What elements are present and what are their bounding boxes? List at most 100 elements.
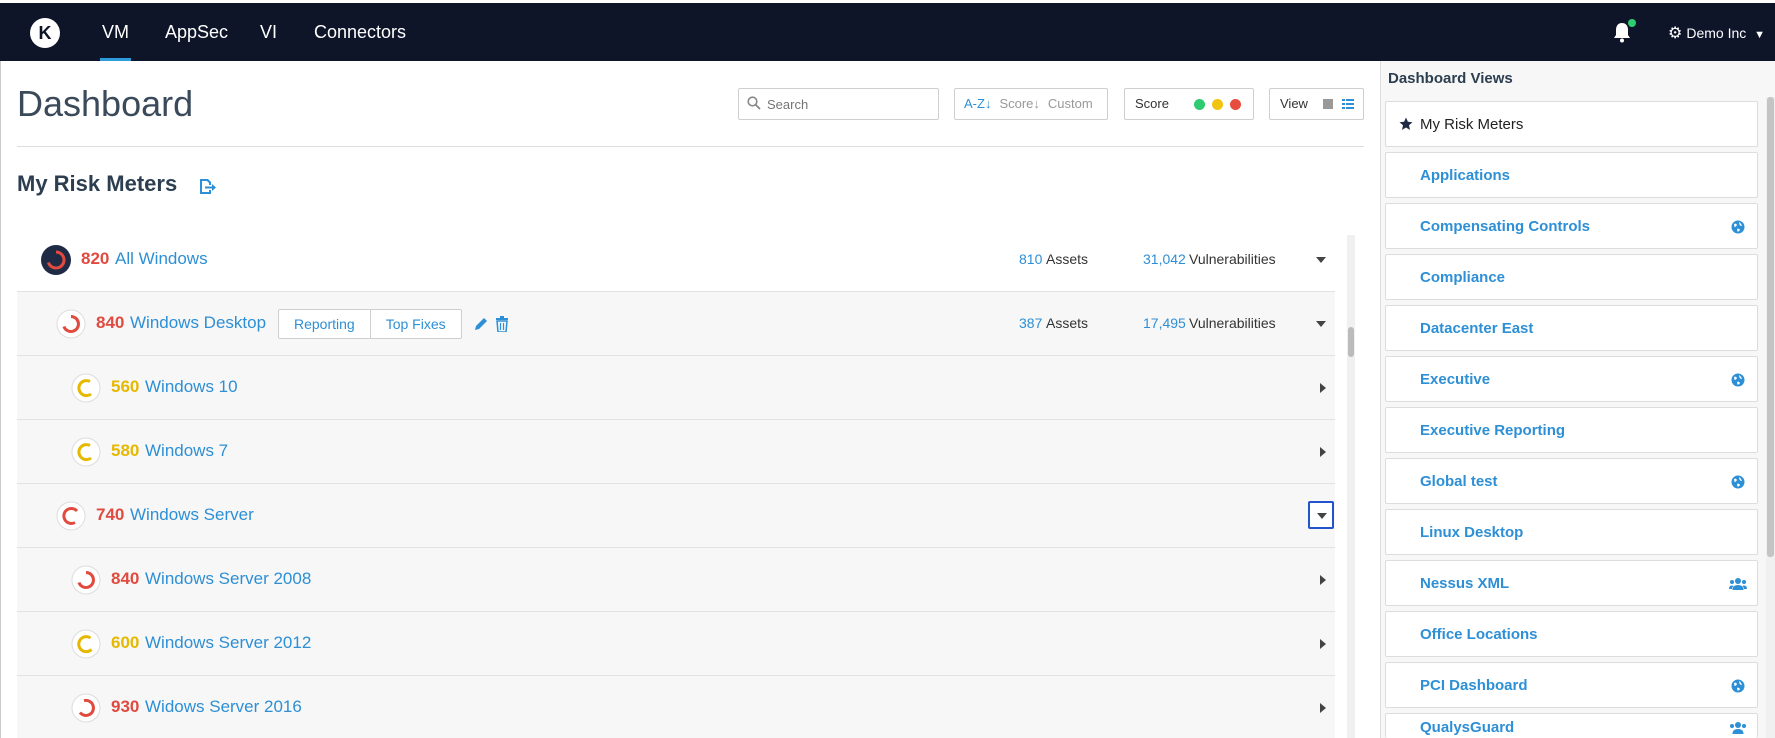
search-input[interactable] — [767, 94, 932, 114]
risk-meter-name[interactable]: Windows Server 2008 — [145, 569, 311, 589]
kenna-logo[interactable]: K — [30, 18, 60, 48]
chevron-down-icon: ▼ — [1754, 29, 1766, 41]
view-item-label: Compliance — [1420, 269, 1506, 286]
globe-icon — [1731, 679, 1745, 693]
vulnerabilities-label: Vulnerabilities — [1189, 315, 1276, 331]
risk-meter-name[interactable]: Windows 7 — [145, 441, 228, 461]
score-filter-yellow[interactable] — [1212, 99, 1223, 110]
top-fixes-button[interactable]: Top Fixes — [369, 310, 461, 338]
notification-dot — [1628, 19, 1636, 27]
pencil-icon[interactable] — [473, 316, 489, 332]
view-item-nessus-xml[interactable]: Nessus XML — [1385, 560, 1758, 606]
view-item-datacenter-east[interactable]: Datacenter East — [1385, 305, 1758, 351]
risk-meter-row[interactable]: 560 Windows 10 — [17, 356, 1335, 420]
risk-gauge-icon — [41, 245, 71, 275]
view-item-applications[interactable]: Applications — [1385, 152, 1758, 198]
risk-meter-name[interactable]: Windows Server — [130, 505, 254, 525]
risk-score: 930 — [111, 697, 140, 716]
view-item-qualysguard[interactable]: QualysGuard — [1385, 713, 1758, 738]
grid-view-icon[interactable] — [1322, 98, 1334, 110]
view-item-compliance[interactable]: Compliance — [1385, 254, 1758, 300]
assets-count[interactable]: 387 — [1019, 315, 1042, 331]
risk-gauge-icon — [71, 693, 101, 723]
risk-meter-name[interactable]: Windows Desktop — [130, 313, 266, 333]
globe-icon — [1731, 220, 1745, 234]
score-filter-label: Score — [1135, 96, 1169, 111]
risk-meter-row[interactable]: 840 Windows Desktop Reporting Top Fixes … — [17, 292, 1335, 356]
view-item-my-risk-meters[interactable]: My Risk Meters — [1385, 101, 1758, 147]
view-item-executive-reporting[interactable]: Executive Reporting — [1385, 407, 1758, 453]
assets-count[interactable]: 810 — [1019, 251, 1042, 267]
risk-meter-row[interactable]: 600 Windows Server 2012 — [17, 612, 1335, 676]
side-panel-scrollbar[interactable] — [1766, 97, 1775, 738]
view-item-label: My Risk Meters — [1420, 116, 1524, 133]
caret-right-icon[interactable] — [1319, 639, 1326, 649]
risk-meter-row[interactable]: 820 All Windows 810 Assets 31,042 Vulner… — [17, 228, 1335, 292]
view-item-linux-desktop[interactable]: Linux Desktop — [1385, 509, 1758, 555]
risk-gauge-icon — [71, 629, 101, 659]
risk-meter-row[interactable]: 840 Windows Server 2008 — [17, 548, 1335, 612]
view-item-label: PCI Dashboard — [1420, 677, 1528, 694]
account-menu[interactable]: ⚙ Demo Inc ▼ — [1668, 23, 1765, 43]
risk-meter-name[interactable]: All Windows — [115, 249, 208, 269]
vulnerabilities-label: Vulnerabilities — [1189, 251, 1276, 267]
header-divider — [17, 146, 1364, 147]
reporting-button[interactable]: Reporting — [279, 310, 370, 338]
trash-icon[interactable] — [495, 316, 509, 332]
section-title: My Risk Meters — [17, 171, 178, 196]
vulnerabilities-count[interactable]: 31,042 — [1143, 251, 1186, 267]
risk-meter-name[interactable]: Windows Server 2012 — [145, 633, 311, 653]
view-item-office-locations[interactable]: Office Locations — [1385, 611, 1758, 657]
vulnerabilities-count[interactable]: 17,495 — [1143, 315, 1186, 331]
search-icon — [747, 96, 761, 110]
side-panel-scrollbar-thumb[interactable] — [1767, 97, 1774, 557]
list-view-icon[interactable] — [1342, 98, 1354, 110]
view-item-compensating-controls[interactable]: Compensating Controls — [1385, 203, 1758, 249]
users-icon — [1729, 578, 1747, 590]
sort-custom-button[interactable]: Custom — [1048, 96, 1093, 111]
risk-meter-row[interactable]: 740 Windows Server — [17, 484, 1335, 548]
caret-down-icon[interactable] — [1316, 256, 1326, 264]
nav-tab-vm[interactable]: VM — [100, 3, 131, 61]
users-icon — [1730, 722, 1746, 734]
caret-right-icon[interactable] — [1319, 575, 1326, 585]
main-content: Dashboard A-Z↓ Score↓ Custom Score View My… — [0, 61, 1380, 738]
risk-score: 820 — [81, 249, 110, 268]
caret-down-icon[interactable] — [1316, 320, 1326, 328]
expand-toggle-button[interactable] — [1308, 501, 1334, 529]
list-scrollbar[interactable] — [1347, 235, 1355, 738]
nav-tab-connectors[interactable]: Connectors — [312, 3, 408, 61]
sort-score-button[interactable]: Score↓ — [999, 96, 1039, 111]
risk-meter-name[interactable]: Windows 10 — [145, 377, 238, 397]
score-filter-green[interactable] — [1194, 99, 1205, 110]
score-filter-red[interactable] — [1230, 99, 1241, 110]
risk-gauge-icon — [71, 373, 101, 403]
risk-meter-row[interactable]: 580 Windows 7 — [17, 420, 1335, 484]
caret-down-icon — [1317, 513, 1327, 519]
caret-right-icon[interactable] — [1319, 447, 1326, 457]
view-item-pci-dashboard[interactable]: PCI Dashboard — [1385, 662, 1758, 708]
caret-right-icon[interactable] — [1319, 383, 1326, 393]
view-item-label: QualysGuard — [1420, 719, 1515, 736]
risk-meter-row[interactable]: 930 Widows Server 2016 — [17, 676, 1335, 738]
nav-tab-appsec[interactable]: AppSec — [163, 3, 230, 61]
search-box[interactable] — [738, 88, 939, 120]
risk-score: 740 — [96, 505, 125, 524]
risk-gauge-icon — [56, 501, 86, 531]
caret-right-icon[interactable] — [1319, 703, 1326, 713]
risk-gauge-icon — [71, 437, 101, 467]
risk-score: 580 — [111, 441, 140, 460]
globe-icon — [1731, 475, 1745, 489]
view-item-global-test[interactable]: Global test — [1385, 458, 1758, 504]
view-item-label: Executive — [1420, 371, 1491, 388]
export-icon[interactable] — [198, 177, 216, 195]
list-scrollbar-thumb[interactable] — [1348, 327, 1354, 357]
risk-score: 560 — [111, 377, 140, 396]
nav-tab-vi[interactable]: VI — [258, 3, 279, 61]
sort-az-button[interactable]: A-Z↓ — [964, 96, 991, 111]
view-label: View — [1280, 96, 1308, 111]
risk-meter-name[interactable]: Widows Server 2016 — [145, 697, 302, 717]
view-item-label: Nessus XML — [1420, 575, 1510, 592]
sort-options: A-Z↓ Score↓ Custom — [954, 88, 1108, 120]
view-item-executive[interactable]: Executive — [1385, 356, 1758, 402]
